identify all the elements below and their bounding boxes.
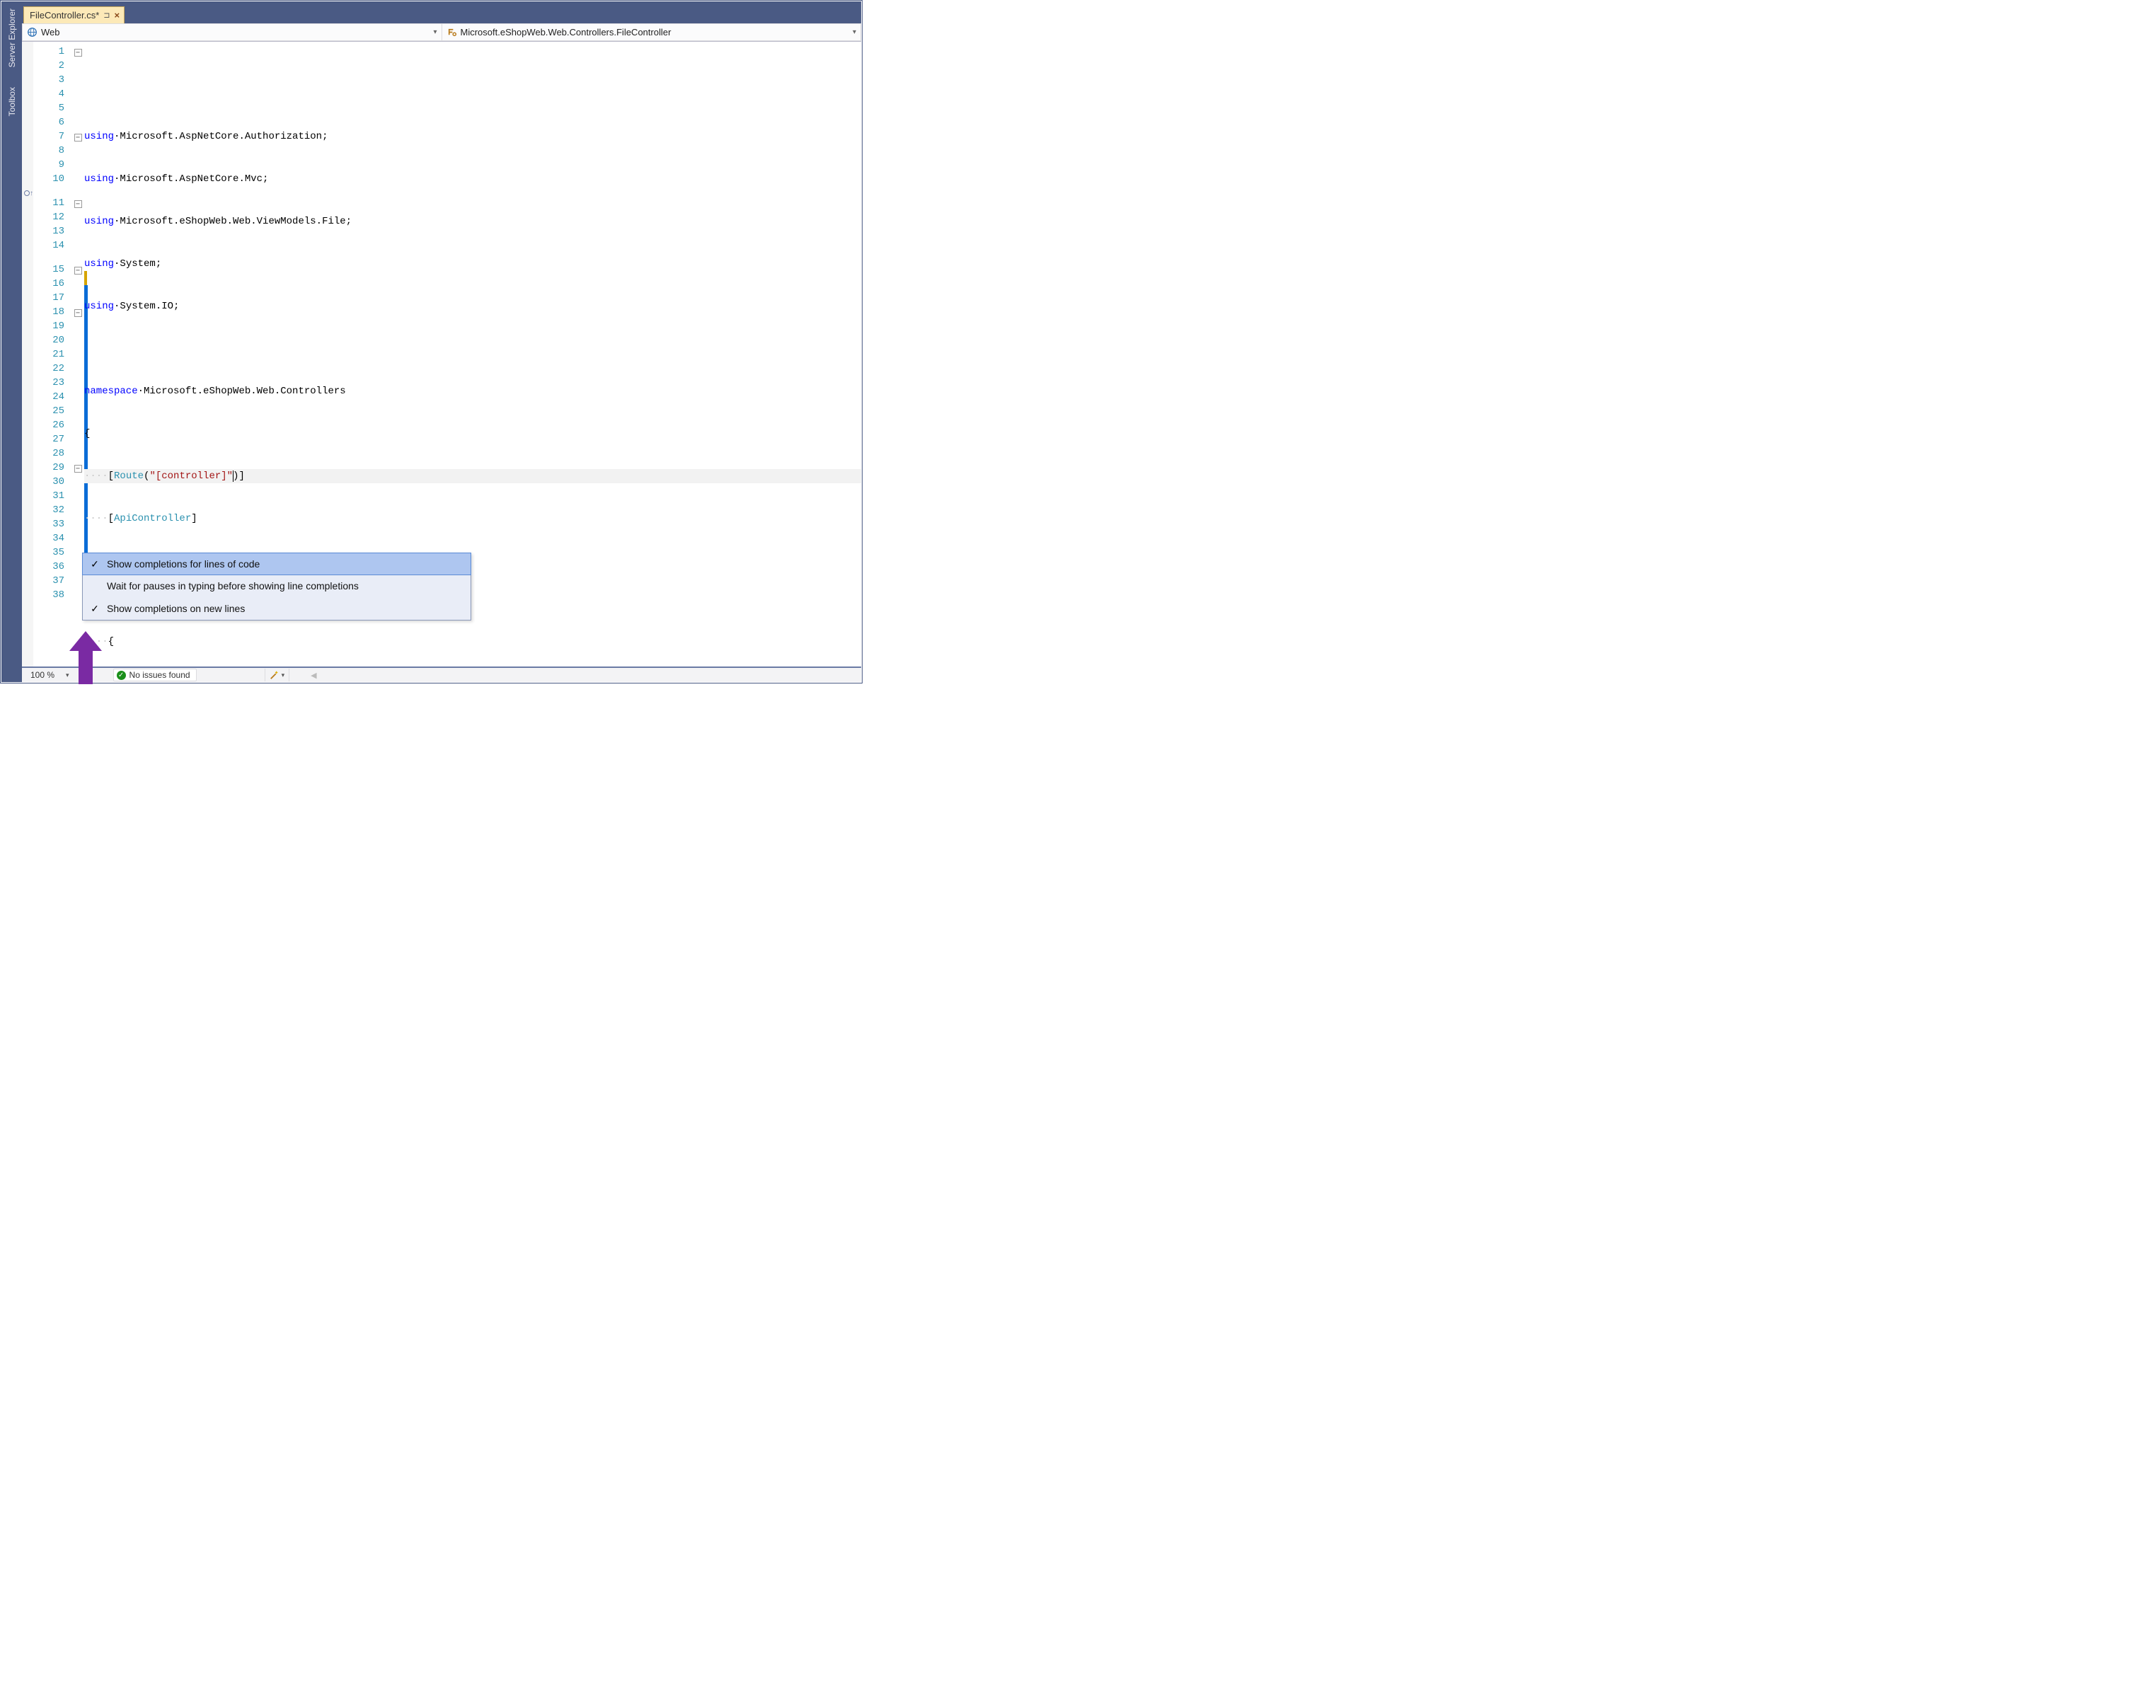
glyph-marker (24, 190, 30, 196)
callout-arrow-icon (69, 631, 102, 686)
pin-icon[interactable]: ⊐ (103, 11, 110, 20)
globe-icon (27, 27, 38, 37)
tool-window-rail: Server Explorer Toolbox (1, 1, 22, 682)
document-tabs: FileController.cs* ⊐ × (22, 5, 861, 23)
checkmark-icon: ✓ (83, 603, 107, 615)
glyph-margin: ↑ (22, 42, 33, 667)
nav-project-label: Web (41, 27, 60, 37)
zoom-level[interactable]: 100 % (25, 670, 60, 680)
menu-item-new-lines[interactable]: ✓ Show completions on new lines (83, 597, 471, 620)
class-icon (446, 27, 457, 37)
nav-type-dropdown[interactable]: Microsoft.eShopWeb.Web.Controllers.FileC… (442, 23, 862, 41)
line-number-gutter: 1 2 3 4 5 6 7 8 9 10 11 12 13 14 15 16 1… (33, 42, 71, 667)
document-tab-filecontroller[interactable]: FileController.cs* ⊐ × (23, 6, 125, 23)
change-marker-unsaved (84, 271, 87, 285)
cleanup-button[interactable]: ▾ (265, 669, 290, 681)
server-explorer-tab[interactable]: Server Explorer (7, 6, 17, 70)
close-icon[interactable]: × (114, 10, 120, 21)
text-caret (233, 471, 234, 482)
checkmark-icon: ✓ (83, 558, 107, 570)
menu-item-label: Show completions for lines of code (107, 558, 260, 570)
menu-item-label: Show completions on new lines (107, 603, 245, 614)
chevron-down-icon: ▾ (853, 28, 856, 36)
menu-item-label: Wait for pauses in typing before showing… (107, 580, 359, 592)
menu-item-wait-pauses[interactable]: Wait for pauses in typing before showing… (83, 575, 471, 597)
chevron-down-icon: ▾ (433, 28, 437, 36)
intellicode-completions-menu: ✓ Show completions for lines of code Wai… (82, 553, 471, 621)
scroll-left-icon[interactable]: ◀ (311, 671, 316, 680)
nav-type-label: Microsoft.eShopWeb.Web.Controllers.FileC… (461, 27, 671, 37)
chevron-down-icon[interactable]: ▾ (66, 671, 69, 679)
glyph-arrow-icon: ↑ (30, 190, 33, 197)
issues-indicator[interactable]: ✓ No issues found (113, 669, 197, 681)
issues-label: No issues found (129, 670, 190, 680)
check-icon: ✓ (117, 671, 126, 680)
menu-item-show-completions[interactable]: ✓ Show completions for lines of code (82, 553, 471, 575)
editor-status-bar: 100 % ▾ ✓ No issues found ▾ ◀ (22, 667, 861, 682)
toolbox-tab[interactable]: Toolbox (7, 84, 17, 119)
navigation-bar: Web ▾ Microsoft.eShopWeb.Web.Controllers… (22, 23, 861, 42)
document-tab-title: FileController.cs* (30, 10, 99, 21)
nav-project-dropdown[interactable]: Web ▾ (22, 23, 442, 41)
